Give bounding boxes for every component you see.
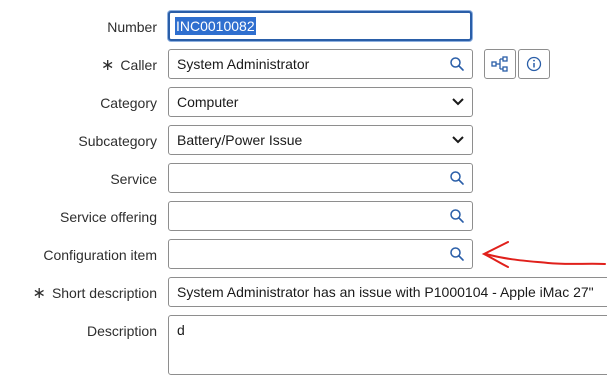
- category-label: Category: [100, 95, 157, 111]
- hierarchy-icon: [491, 56, 508, 72]
- search-icon: [449, 247, 464, 261]
- caller-label: ∗ Caller: [101, 49, 157, 81]
- service-label: Service: [110, 171, 157, 187]
- caller-field[interactable]: System Administrator: [168, 49, 442, 79]
- chevron-down-icon: [452, 98, 464, 106]
- category-row: Category Computer: [0, 87, 607, 119]
- short-description-row: ∗ Short description System Administrator …: [0, 277, 607, 309]
- caller-search-button[interactable]: [441, 49, 473, 79]
- annotation-arrow-icon: [481, 241, 606, 268]
- required-marker: ∗: [101, 57, 115, 74]
- subcategory-row: Subcategory Battery/Power Issue: [0, 125, 607, 157]
- configuration-item-field[interactable]: [168, 239, 442, 269]
- number-row: Number INC0010082: [0, 11, 607, 43]
- search-icon: [449, 171, 464, 185]
- number-value: INC0010082: [175, 17, 256, 35]
- description-label: Description: [86, 323, 157, 339]
- service-offering-field[interactable]: [168, 201, 442, 231]
- subcategory-select[interactable]: Battery/Power Issue: [168, 125, 473, 155]
- short-description-label: ∗ Short description: [33, 277, 157, 309]
- caller-label-text: Caller: [120, 57, 157, 73]
- chevron-down-icon: [452, 136, 464, 144]
- show-related-button[interactable]: [484, 49, 516, 79]
- info-icon: [526, 56, 542, 72]
- service-row: Service: [0, 163, 607, 195]
- search-icon: [449, 57, 464, 71]
- number-field[interactable]: INC0010082: [168, 11, 472, 41]
- service-offering-search-button[interactable]: [441, 201, 473, 231]
- service-field[interactable]: [168, 163, 442, 193]
- number-label: Number: [107, 19, 157, 35]
- service-offering-label: Service offering: [59, 209, 157, 225]
- category-select[interactable]: Computer: [168, 87, 473, 117]
- configuration-item-label: Configuration item: [43, 247, 157, 263]
- caller-row: ∗ Caller System Administrator: [0, 49, 607, 81]
- short-description-label-text: Short description: [51, 285, 157, 301]
- service-search-button[interactable]: [441, 163, 473, 193]
- short-description-field[interactable]: System Administrator has an issue with P…: [168, 277, 607, 307]
- service-offering-row: Service offering: [0, 201, 607, 233]
- subcategory-label: Subcategory: [78, 133, 157, 149]
- search-icon: [449, 209, 464, 223]
- required-marker: ∗: [32, 285, 46, 302]
- category-value: Computer: [177, 94, 239, 110]
- preview-button[interactable]: [518, 49, 550, 79]
- description-row: Description d: [0, 315, 607, 379]
- configuration-item-search-button[interactable]: [441, 239, 473, 269]
- subcategory-value: Battery/Power Issue: [177, 132, 303, 148]
- description-textarea[interactable]: d: [168, 315, 607, 375]
